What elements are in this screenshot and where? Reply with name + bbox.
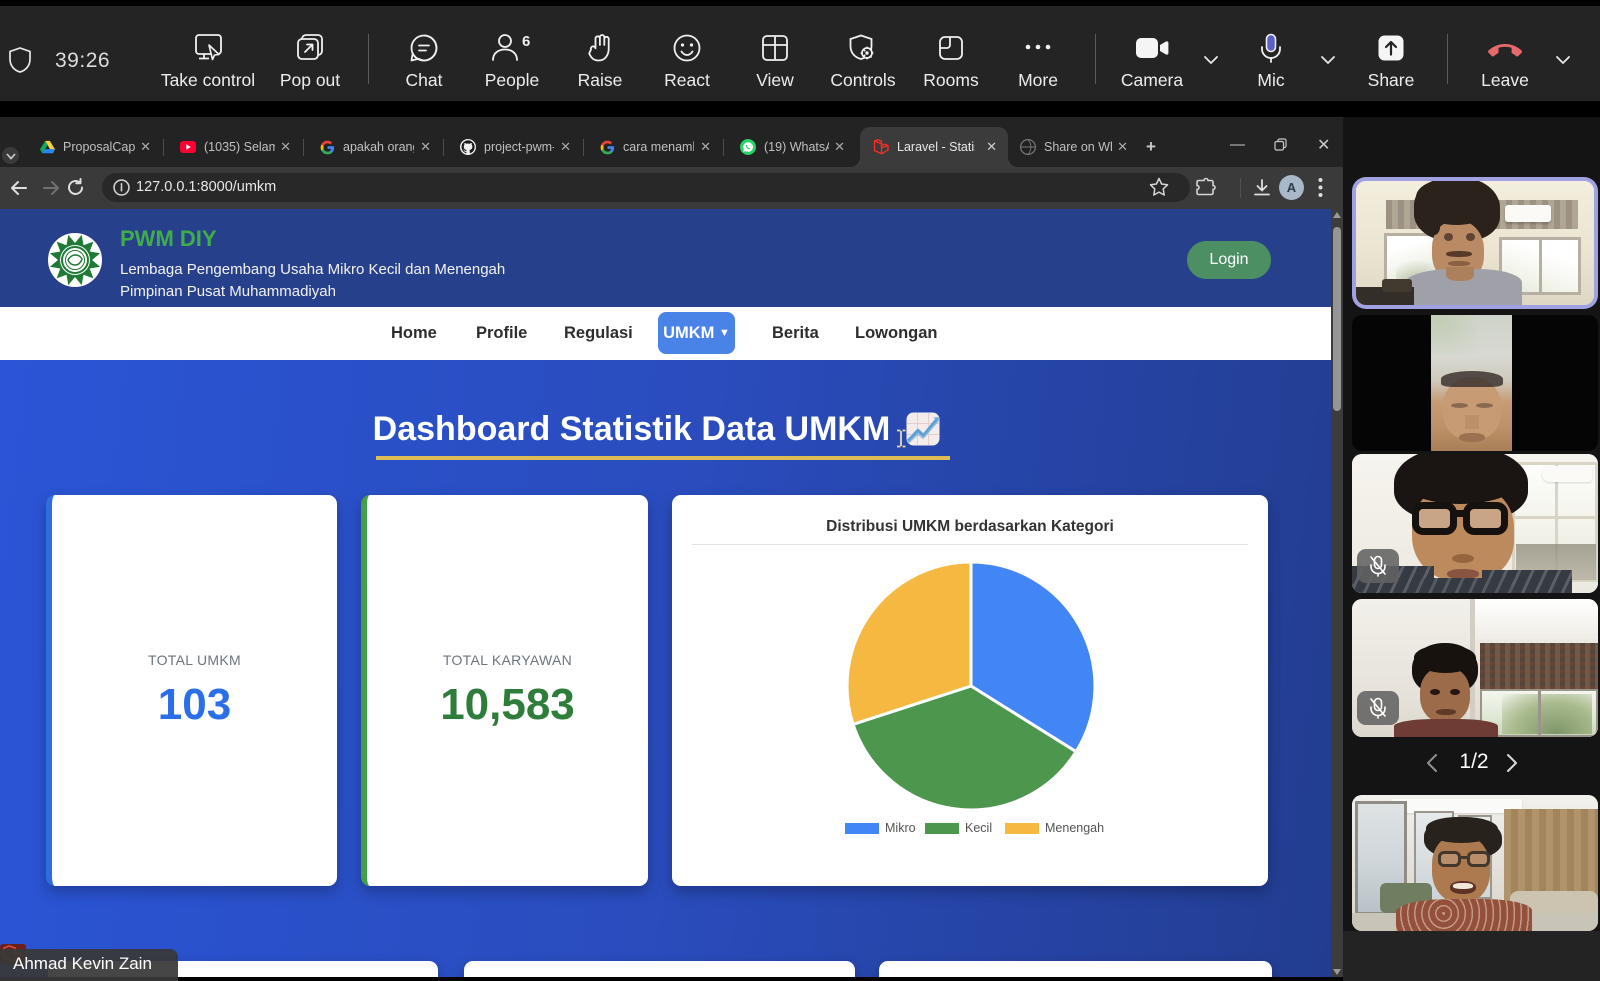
svg-text:6: 6 <box>522 33 530 50</box>
